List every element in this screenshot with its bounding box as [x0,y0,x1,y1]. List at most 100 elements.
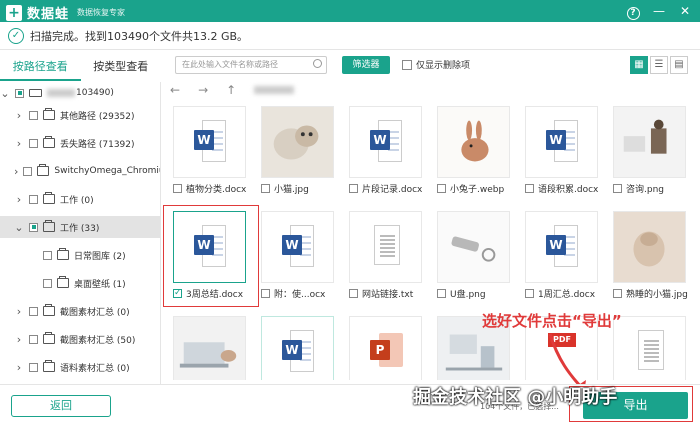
tree-checkbox[interactable] [23,166,33,176]
tree-checkbox[interactable] [29,362,38,372]
tree-item[interactable]: 日常图库 (2) [0,244,160,266]
file-card[interactable]: 小兔子.webp [437,106,513,195]
tree-item[interactable]: › 语料素材汇总 (0) [0,356,160,378]
file-name: 小猫.jpg [274,185,309,195]
file-checkbox[interactable] [437,289,446,298]
redacted-drive-name [47,89,75,97]
file-label: 附：使...ocx [261,287,337,300]
file-card[interactable] [613,316,689,380]
chevron-right-icon[interactable]: › [14,109,24,122]
tree-item[interactable]: 桌面壁纸 (1) [0,272,160,294]
file-name: 片段记录.docx [362,185,423,195]
file-thumbnail[interactable] [613,316,686,380]
tree-item[interactable]: › 丢失路径 (71392) [0,132,160,154]
only-deleted-checkbox[interactable] [402,59,412,70]
minimize-button[interactable]: — [648,2,670,20]
only-deleted-toggle[interactable]: 仅显示删除项 [402,58,470,71]
file-card[interactable] [173,316,249,380]
tree-checkbox[interactable] [15,88,24,98]
thumbnail-image [438,212,509,282]
file-card[interactable]: W 1周汇总.docx [525,211,601,300]
back-arrow-icon[interactable]: ← [170,83,180,97]
file-thumbnail[interactable] [173,316,246,380]
file-card[interactable]: W 植物分类.docx [173,106,249,195]
file-thumbnail[interactable]: P [349,316,422,380]
forward-arrow-icon[interactable]: → [198,83,208,97]
tab-by-type[interactable]: 按类型查看 [81,55,162,81]
file-checkbox[interactable] [525,184,534,193]
chevron-right-icon[interactable]: › [14,333,24,346]
file-card[interactable]: U盘.png [437,211,513,300]
tree-checkbox[interactable] [29,306,38,316]
tree-checkbox[interactable] [29,110,38,120]
tree-checkbox[interactable] [29,334,38,344]
tree-checkbox[interactable] [43,278,52,288]
file-card[interactable]: W [261,316,337,380]
file-checkbox[interactable] [525,289,534,298]
tree-root[interactable]: ⌄ 103490) [0,82,160,104]
up-arrow-icon[interactable]: ↑ [226,83,236,97]
file-checkbox[interactable] [437,184,446,193]
file-checkbox[interactable] [613,184,622,193]
file-card[interactable]: 咨询.png [613,106,689,195]
tab-by-path[interactable]: 按路径查看 [0,55,81,81]
file-thumbnail[interactable] [437,211,510,283]
tree-item[interactable]: ⌄ 工作 (33) [0,216,160,238]
close-button[interactable]: ✕ [674,2,696,20]
file-checkbox[interactable] [349,184,358,193]
chevron-right-icon[interactable]: › [14,165,18,178]
file-thumbnail[interactable] [261,106,334,178]
chevron-right-icon[interactable]: › [14,361,24,374]
file-checkbox[interactable] [261,184,270,193]
file-card[interactable]: W 片段记录.docx [349,106,425,195]
chevron-right-icon[interactable]: › [14,137,24,150]
tree-item[interactable]: › 截图素材汇总 (50) [0,328,160,350]
file-card[interactable]: 网站链接.txt [349,211,425,300]
file-thumbnail[interactable]: W [261,316,334,380]
file-checkbox[interactable] [349,289,358,298]
back-button[interactable]: 返回 [11,395,111,417]
file-thumbnail[interactable] [349,211,422,283]
file-label: 1周汇总.docx [525,287,601,300]
file-card[interactable]: W 语段积累.docx [525,106,601,195]
chevron-down-icon[interactable]: ⌄ [0,87,10,100]
tree-item[interactable]: › SwitchyOmega_Chromiun [0,160,160,182]
file-card[interactable]: W 附：使...ocx [261,211,337,300]
chevron-right-icon[interactable]: › [14,193,24,206]
chevron-right-icon[interactable]: › [14,305,24,318]
file-checkbox[interactable] [173,184,182,193]
file-thumbnail[interactable] [613,106,686,178]
search-input[interactable]: 在此处输入文件名称或路径 [175,56,327,74]
tree-checkbox[interactable] [29,194,38,204]
tree-item[interactable]: › 其他路径 (29352) [0,104,160,126]
file-thumbnail[interactable] [437,106,510,178]
thumbnail-image [262,107,333,177]
file-thumbnail[interactable]: W [525,211,598,283]
file-thumbnail[interactable]: W [349,106,422,178]
file-thumbnail[interactable] [613,211,686,283]
grid-view-icon[interactable]: ▦ [630,56,648,74]
file-label: 熟睡的小猫.jpg [613,287,689,300]
file-card[interactable]: P [349,316,425,380]
tree-item[interactable]: › 截图素材汇总 (0) [0,300,160,322]
tree-checkbox[interactable] [29,222,38,232]
folder-icon [43,304,55,316]
file-checkbox[interactable] [261,289,270,298]
list-view-icon[interactable]: ☰ [650,56,668,74]
search-icon[interactable] [313,59,322,68]
tree-checkbox[interactable] [29,138,38,148]
file-checkbox[interactable] [613,289,622,298]
file-name: 附：使...ocx [274,290,326,300]
filter-button[interactable]: 筛选器 [342,56,390,74]
file-card[interactable]: 小猫.jpg [261,106,337,195]
tree-item-label: 其他路径 (29352) [60,111,135,122]
chevron-down-icon[interactable]: ⌄ [14,221,24,234]
file-thumbnail[interactable]: W [525,106,598,178]
tree-checkbox[interactable] [43,250,52,260]
file-card[interactable]: 熟睡的小猫.jpg [613,211,689,300]
tree-item[interactable]: › 工作 (0) [0,188,160,210]
file-thumbnail[interactable]: W [173,106,246,178]
file-thumbnail[interactable]: W [261,211,334,283]
detail-view-icon[interactable]: ▤ [670,56,688,74]
help-button[interactable]: ? [622,2,644,20]
